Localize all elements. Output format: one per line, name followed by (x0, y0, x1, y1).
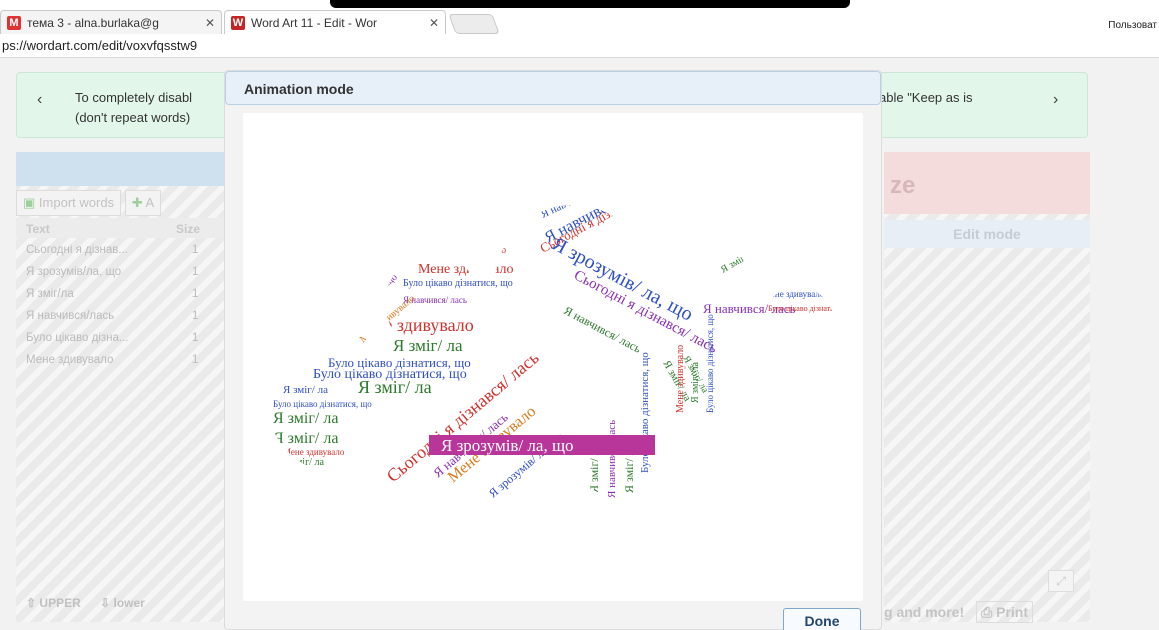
cloud-word: Було цікаво дізнатися, що (768, 304, 856, 313)
cloud-word: Було цікаво дізнатися, що (403, 278, 513, 289)
browser-tab-bar: M тема 3 - alna.burlaka@g ✕ W Word Art 1… (0, 8, 1159, 34)
add-word-label: A (145, 195, 155, 210)
lower-button[interactable]: ⇩ lower (100, 596, 145, 610)
add-word-button[interactable]: ✚ A (124, 190, 162, 216)
tab-label: Word Art 11 - Edit - Wor (251, 15, 378, 30)
tab-gmail[interactable]: M тема 3 - alna.burlaka@g ✕ (0, 10, 222, 34)
cloud-word: Я зміг/ ла (358, 377, 432, 397)
upper-label: UPPER (39, 596, 81, 610)
cloud-word: Було цікаво дізнатися, що (273, 399, 372, 409)
lower-label: lower (113, 596, 145, 610)
table-row[interactable]: Я зрозумів/ла, що 1 (16, 262, 224, 284)
prev-tip-icon[interactable]: ‹ (37, 91, 42, 109)
print-button[interactable]: ⎙ Print (976, 601, 1033, 623)
cloud-word: Я навчився/ лась (606, 420, 618, 498)
word-text: Я зрозумів/ла, що (26, 266, 122, 278)
table-row[interactable]: Сьогодні я дізнав... 1 (16, 240, 224, 262)
words-table-header: Text Size (16, 218, 224, 238)
close-tab-icon[interactable]: ✕ (423, 16, 439, 30)
word-size: 1 (192, 354, 199, 366)
word-text: Сьогодні я дізнав... (26, 244, 128, 256)
cloud-word: Я зміг/ ла (273, 430, 338, 447)
modal-title: Animation mode (225, 71, 881, 105)
tab-label: тема 3 - alna.burlaka@g (27, 15, 159, 30)
cloud-word: Мене здивувало (283, 447, 345, 457)
cloud-word: Мене здивувало (418, 262, 513, 277)
word-size: 1 (192, 266, 199, 278)
import-words-label: Import words (38, 195, 115, 210)
arrow-down-icon: ⇩ (100, 596, 111, 610)
col-text: Text (26, 222, 50, 236)
table-row[interactable]: Я зміг/ла 1 (16, 284, 224, 306)
next-tip-icon[interactable]: › (1053, 91, 1058, 109)
cloud-word: Я зміг/ ла (283, 457, 324, 468)
fullscreen-icon[interactable]: ⤢ (1048, 570, 1074, 592)
printer-icon: ⎙ (981, 604, 993, 620)
wordart-icon: W (231, 15, 245, 30)
page-content: ‹ To completely disabl (don't repeat wor… (0, 58, 1159, 630)
highlighted-word: Я зрозумів/ ла, що (441, 436, 574, 455)
import-words-button[interactable]: ▣ Import words (16, 190, 122, 216)
user-profile-label[interactable]: Пользоват (1108, 20, 1157, 31)
tip-text-line1: To completely disabl (75, 90, 193, 105)
word-text: Було цікаво дізна... (26, 332, 129, 344)
animation-modal: Animation mode Я навчився/ лась Я навчив… (224, 70, 882, 630)
cloud-word: Я зміг/ ла (273, 410, 338, 427)
gmail-icon: M (7, 15, 21, 30)
upper-button[interactable]: ⇧ UPPER (26, 596, 81, 610)
words-panel: ▣ Import words ✚ A Text Size Сьогодні я … (16, 152, 224, 622)
cloud-word: Мене здивувало (675, 345, 686, 413)
cloud-shape: Я навчився/ лась Я навчився/ лась Сьогод… (268, 205, 856, 521)
word-text: Я зміг/ла (26, 288, 74, 300)
arrow-up-icon: ⇧ (26, 596, 37, 610)
table-row[interactable]: Мене здивувало 1 (16, 350, 224, 372)
word-size: 1 (192, 310, 199, 322)
tip-text-line2: (don't repeat words) (75, 110, 191, 125)
print-label: Print (996, 604, 1028, 620)
url-scheme: ps:// (2, 38, 27, 53)
word-text: Мене здивувало (26, 354, 114, 366)
done-button[interactable]: Done (783, 608, 861, 630)
table-row[interactable]: Було цікаво дізна... 1 (16, 328, 224, 350)
word-cloud: Я навчився/ лась Я навчився/ лась Сьогод… (268, 205, 856, 521)
cloud-word: Мене здивувало (351, 315, 474, 335)
case-buttons: ⇧ UPPER ⇩ lower (26, 596, 145, 610)
close-tab-icon[interactable]: ✕ (199, 16, 215, 30)
visualize-panel: ze Edit mode ⤢ g and more! ⎙ Print (884, 152, 1090, 623)
table-row[interactable]: Я навчився/лась 1 (16, 306, 224, 328)
wordcloud-canvas[interactable]: Я навчився/ лась Я навчився/ лась Сьогод… (243, 113, 863, 601)
edit-mode-button[interactable]: Edit mode (884, 220, 1090, 248)
word-text: Я навчився/лась (26, 310, 115, 322)
cloud-word: Я зміг/ ла (690, 362, 701, 403)
visualize-header: ze (884, 152, 1090, 214)
tip-text-right: able "Keep as is (879, 90, 973, 105)
word-size: 1 (192, 244, 199, 256)
cloud-word: Я зміг/ ла (393, 336, 463, 355)
address-bar[interactable]: ps://wordart.com/edit/voxvfqsstw9 (0, 34, 1159, 58)
cloud-word: Мене здивувало (763, 289, 825, 299)
cloud-word: Мене здивувало (438, 245, 506, 256)
url-text: wordart.com/edit/voxvfqsstw9 (26, 38, 198, 53)
words-panel-header (16, 152, 224, 186)
more-options-text[interactable]: g and more! (884, 604, 964, 620)
col-size: Size (176, 222, 201, 236)
plus-icon: ✚ (131, 195, 143, 210)
cloud-word: Було цікаво дізнатися, що (705, 314, 715, 413)
visualize-footer: g and more! ⎙ Print (884, 601, 1033, 623)
new-tab-button[interactable] (448, 14, 500, 34)
cloud-word: Я зміг/ ла (283, 384, 328, 396)
words-toolbar: ▣ Import words ✚ A (16, 190, 162, 216)
tab-wordart[interactable]: W Word Art 11 - Edit - Wor ✕ (224, 10, 446, 34)
visualize-header-text: ze (890, 172, 916, 199)
import-icon: ▣ (23, 195, 36, 210)
word-size: 1 (192, 288, 199, 300)
word-size: 1 (192, 332, 199, 344)
